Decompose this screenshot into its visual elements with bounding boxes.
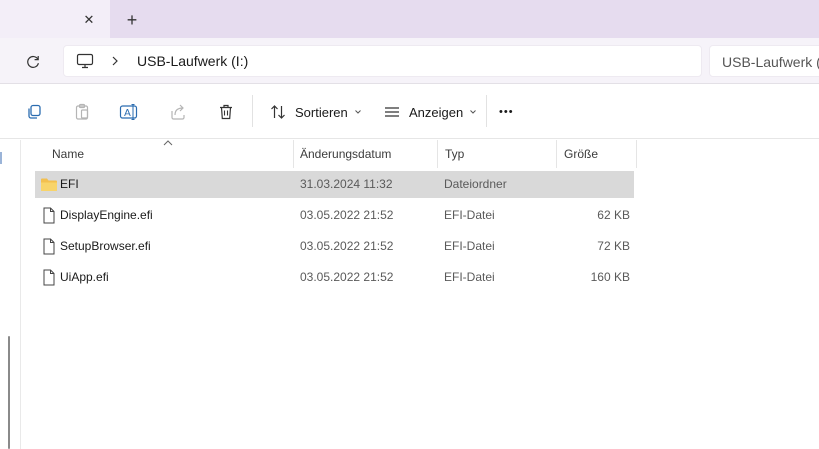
view-list-icon — [385, 107, 399, 117]
file-type: EFI-Datei — [444, 208, 495, 222]
search-box[interactable]: USB-Laufwerk (I:) — [709, 45, 819, 77]
paste-button[interactable] — [70, 100, 94, 124]
nav-scrollbar[interactable] — [8, 336, 10, 449]
address-bar[interactable]: USB-Laufwerk (I:) — [63, 45, 702, 77]
computer-icon — [76, 53, 94, 69]
list-item-file[interactable]: UiApp.efi 03.05.2022 21:52 EFI-Datei 160… — [35, 264, 634, 291]
chevron-down-icon — [470, 110, 477, 114]
copy-icon — [28, 104, 41, 119]
file-type: Dateiordner — [444, 177, 507, 191]
file-icon — [43, 269, 55, 286]
file-type: EFI-Datei — [444, 270, 495, 284]
sort-label: Sortieren — [295, 104, 348, 120]
list-item-folder[interactable]: EFI 31.03.2024 11:32 Dateiordner — [35, 171, 634, 198]
file-size: 62 KB — [597, 208, 630, 222]
column-divider[interactable] — [636, 140, 637, 168]
column-header: Name Änderungsdatum Typ Größe — [22, 140, 819, 168]
new-tab-button[interactable]: + — [120, 9, 144, 31]
close-tab-button[interactable]: ✕ — [78, 9, 100, 31]
command-bar: A Sortieren Anzeigen ••• — [0, 85, 819, 139]
rename-button[interactable]: A — [117, 100, 141, 124]
column-size[interactable]: Größe — [556, 140, 636, 168]
folder-icon — [41, 178, 57, 191]
address-row: USB-Laufwerk (I:) USB-Laufwerk (I:) — [0, 38, 819, 84]
file-date: 03.05.2022 21:52 — [300, 208, 394, 222]
chevron-right-icon — [112, 56, 118, 66]
share-button[interactable] — [166, 100, 190, 124]
file-icon — [43, 238, 55, 255]
view-label: Anzeigen — [409, 104, 464, 120]
clipboard-icon — [75, 103, 89, 120]
active-tab[interactable]: ✕ — [0, 0, 110, 38]
navigation-pane[interactable] — [0, 140, 21, 449]
svg-text:A: A — [124, 108, 131, 119]
column-date[interactable]: Änderungsdatum — [292, 140, 437, 168]
tab-strip: ✕ + — [0, 0, 819, 38]
more-icon: ••• — [499, 106, 514, 118]
close-icon: ✕ — [83, 12, 95, 27]
file-date: 03.05.2022 21:52 — [300, 239, 394, 253]
file-date: 31.03.2024 11:32 — [300, 177, 393, 191]
sort-button[interactable]: Sortieren — [266, 100, 362, 124]
more-options-button[interactable]: ••• — [499, 100, 514, 124]
file-name: DisplayEngine.efi — [60, 208, 153, 222]
search-placeholder: USB-Laufwerk (I:) — [722, 54, 819, 70]
copy-button[interactable] — [22, 100, 46, 124]
file-date: 03.05.2022 21:52 — [300, 270, 394, 284]
file-name: EFI — [60, 177, 79, 191]
refresh-button[interactable] — [20, 50, 46, 74]
file-type: EFI-Datei — [444, 239, 495, 253]
file-name: SetupBrowser.efi — [60, 239, 151, 253]
share-icon — [171, 104, 185, 120]
plus-icon: + — [126, 10, 138, 30]
breadcrumb-drive[interactable]: USB-Laufwerk (I:) — [137, 53, 248, 69]
list-item-file[interactable]: DisplayEngine.efi 03.05.2022 21:52 EFI-D… — [35, 202, 634, 229]
sort-icon — [271, 105, 285, 119]
refresh-icon — [27, 55, 39, 68]
toolbar-divider — [486, 95, 487, 127]
trash-icon — [220, 104, 232, 120]
file-size: 160 KB — [590, 270, 630, 284]
file-icon — [43, 207, 55, 224]
nav-selection-marker — [0, 152, 2, 164]
view-button[interactable]: Anzeigen — [380, 100, 477, 124]
file-name: UiApp.efi — [60, 270, 109, 284]
column-name[interactable]: Name — [44, 140, 294, 168]
toolbar-divider — [252, 95, 253, 127]
file-size: 72 KB — [597, 239, 630, 253]
file-size — [562, 171, 630, 198]
list-item-file[interactable]: SetupBrowser.efi 03.05.2022 21:52 EFI-Da… — [35, 233, 634, 260]
chevron-down-icon — [354, 110, 361, 114]
rename-icon: A — [119, 104, 138, 120]
column-type[interactable]: Typ — [437, 140, 557, 168]
delete-button[interactable] — [214, 100, 238, 124]
